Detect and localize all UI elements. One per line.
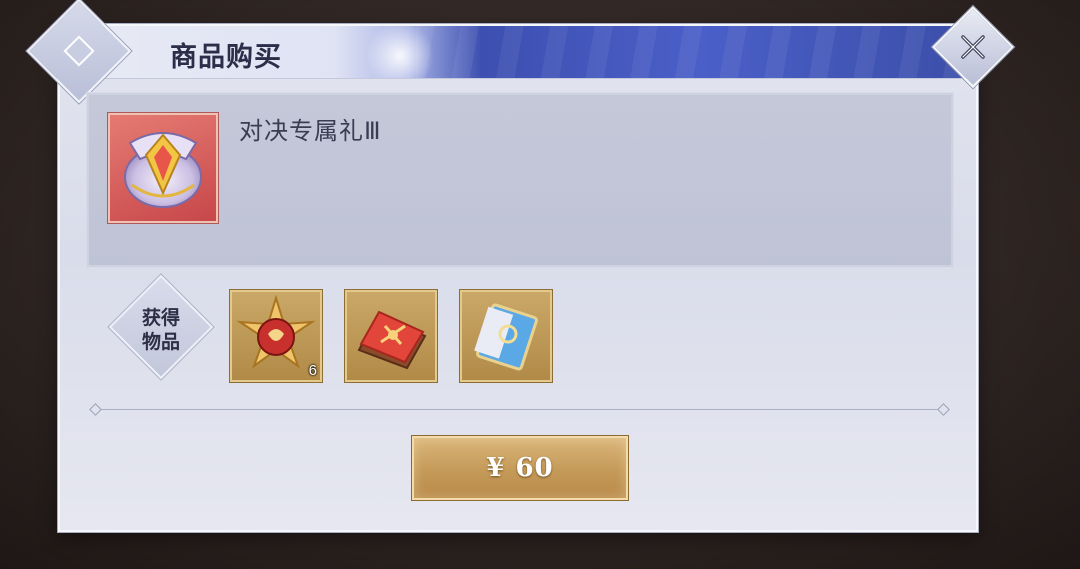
reward-item[interactable]: 6 xyxy=(230,290,322,382)
reward-item[interactable] xyxy=(345,290,437,382)
titlebar-sheen xyxy=(360,26,440,78)
dialog-titlebar: 商品购买 xyxy=(60,26,976,79)
obtain-items-label: 获得物品 xyxy=(126,306,196,354)
obtain-items-text: 获得物品 xyxy=(141,307,180,353)
close-icon xyxy=(946,20,1000,74)
reward-item[interactable] xyxy=(460,290,552,382)
titlebar-decoration xyxy=(416,26,976,78)
product-info-panel: 对决专属礼Ⅲ xyxy=(86,92,954,268)
gift-bag-icon xyxy=(108,113,218,223)
crimson-orb-icon xyxy=(236,294,316,369)
divider-end-icon xyxy=(89,403,102,416)
purchase-button[interactable]: ¥ 60 xyxy=(412,436,628,500)
reward-count: 6 xyxy=(308,362,317,379)
dialog-title: 商品购买 xyxy=(170,42,282,73)
price-label: ¥ 60 xyxy=(486,453,554,483)
blue-card-icon xyxy=(474,303,538,371)
section-divider xyxy=(94,409,944,410)
purchase-dialog: 商品购买 对决专属礼Ⅲ 获得物品 6 ¥ 60 xyxy=(26,0,978,532)
red-scroll-book-icon xyxy=(357,310,427,370)
divider-end-icon xyxy=(937,403,950,416)
product-name: 对决专属礼Ⅲ xyxy=(239,118,382,145)
